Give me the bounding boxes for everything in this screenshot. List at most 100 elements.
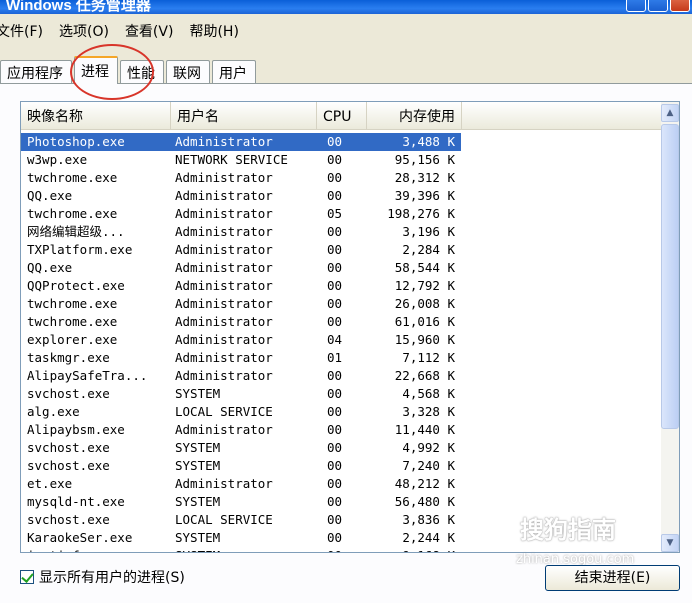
table-row[interactable]: AlipaySafeTra... Administrator 00 22,668 K xyxy=(21,367,661,385)
process-memory: 198,276 K xyxy=(387,206,455,221)
process-name: svchost.exe xyxy=(27,440,110,455)
table-row[interactable]: twchrome.exe Administrator 00 61,016 K xyxy=(21,313,661,331)
process-memory: 3,488 K xyxy=(402,134,455,149)
process-cpu: 00 xyxy=(327,170,343,185)
process-cpu: 00 xyxy=(327,530,343,545)
process-user: Administrator xyxy=(175,368,273,383)
column-user-name[interactable]: 用户名 xyxy=(171,102,317,130)
process-cpu: 00 xyxy=(327,188,343,203)
table-row[interactable]: svchost.exe SYSTEM 00 7,240 K xyxy=(21,457,661,475)
process-name: twchrome.exe xyxy=(27,314,118,329)
table-row[interactable]: twchrome.exe Administrator 00 26,008 K xyxy=(21,295,661,313)
table-row[interactable]: alg.exe LOCAL SERVICE 00 3,328 K xyxy=(21,403,661,421)
process-memory: 7,112 K xyxy=(402,350,455,365)
process-memory: 11,440 K xyxy=(394,422,455,437)
table-row[interactable]: twchrome.exe Administrator 05 198,276 K xyxy=(21,205,661,223)
process-name: svchost.exe xyxy=(27,512,110,527)
table-row[interactable]: twchrome.exe Administrator 00 28,312 K xyxy=(21,169,661,187)
process-user: NETWORK SERVICE xyxy=(175,152,288,167)
process-name: mysqld-nt.exe xyxy=(27,494,125,509)
watermark-logo: 搜狗指南 xyxy=(520,516,616,544)
checkbox-checked-icon[interactable] xyxy=(20,570,34,584)
table-row[interactable]: TXPlatform.exe Administrator 00 2,284 K xyxy=(21,241,661,259)
column-memory[interactable]: 内存使用 xyxy=(367,102,462,130)
table-row[interactable]: QQ.exe Administrator 00 39,396 K xyxy=(21,187,661,205)
table-row[interactable]: explorer.exe Administrator 04 15,960 K xyxy=(21,331,661,349)
process-name: svchost.exe xyxy=(27,458,110,473)
process-list[interactable]: 映像名称 用户名 CPU 内存使用 Photoshop.exe Administr… xyxy=(20,101,680,553)
process-cpu: 00 xyxy=(327,422,343,437)
scrollbar-thumb[interactable] xyxy=(661,124,679,429)
process-user: Administrator xyxy=(175,332,273,347)
table-row[interactable]: Alipaybsm.exe Administrator 00 11,440 K xyxy=(21,421,661,439)
column-image-name[interactable]: 映像名称 xyxy=(21,102,171,130)
process-memory: 3,328 K xyxy=(402,404,455,419)
table-row[interactable]: w3wp.exe NETWORK SERVICE 00 95,156 K xyxy=(21,151,661,169)
tab-applications[interactable]: 应用程序 xyxy=(0,60,72,84)
process-cpu: 00 xyxy=(327,368,343,383)
menu-file[interactable]: 文件(F) xyxy=(0,21,53,41)
process-name: Photoshop.exe xyxy=(27,134,125,149)
process-user: Administrator xyxy=(175,206,273,221)
process-cpu: 00 xyxy=(327,512,343,527)
process-name: inetinfo.exe xyxy=(21,547,171,552)
tab-performance[interactable]: 性能 xyxy=(120,60,164,84)
show-all-users-label: 显示所有用户的进程(S) xyxy=(39,570,185,586)
table-row[interactable]: 网络编辑超级... Administrator 00 3,196 K xyxy=(21,223,661,241)
menu-help[interactable]: 帮助(H) xyxy=(189,21,248,41)
table-row[interactable]: mysqld-nt.exe SYSTEM 00 56,480 K xyxy=(21,493,661,511)
process-name: taskmgr.exe xyxy=(27,350,110,365)
process-user: SYSTEM xyxy=(175,494,221,509)
process-user: Administrator xyxy=(175,242,273,257)
process-cpu: 00 xyxy=(327,260,343,275)
process-user: LOCAL SERVICE xyxy=(175,512,273,527)
process-user: SYSTEM xyxy=(171,547,313,552)
process-name: 网络编辑超级... xyxy=(27,224,125,239)
process-memory: 48,212 K xyxy=(394,476,455,491)
scroll-up-arrow-icon[interactable]: ▲ xyxy=(661,104,679,122)
process-user: Administrator xyxy=(175,134,273,149)
process-cpu: 00 xyxy=(327,278,343,293)
tab-users[interactable]: 用户 xyxy=(212,60,256,84)
show-all-users-checkbox[interactable]: 显示所有用户的进程(S) xyxy=(20,567,185,587)
process-name: explorer.exe xyxy=(27,332,118,347)
table-row[interactable]: Photoshop.exe Administrator 00 3,488 K xyxy=(21,133,661,151)
process-user: SYSTEM xyxy=(175,386,221,401)
process-cpu: 00 xyxy=(327,152,343,167)
process-memory: 3,196 K xyxy=(402,224,455,239)
process-cpu: 00 xyxy=(327,476,343,491)
process-cpu: 00 xyxy=(327,494,343,509)
column-cpu[interactable]: CPU xyxy=(317,102,367,130)
table-row[interactable]: svchost.exe SYSTEM 00 4,568 K xyxy=(21,385,661,403)
process-cpu: 04 xyxy=(327,332,343,347)
process-cpu: 00 xyxy=(327,296,343,311)
tab-processes[interactable]: 进程 xyxy=(74,56,118,84)
minimize-button[interactable] xyxy=(626,0,646,12)
vertical-scrollbar[interactable]: ▲ ▼ xyxy=(661,102,679,552)
menu-view[interactable]: 查看(V) xyxy=(125,21,184,41)
table-row[interactable]: QQProtect.exe Administrator 00 12,792 K xyxy=(21,277,661,295)
process-memory: 2,244 K xyxy=(402,530,455,545)
table-row[interactable]: taskmgr.exe Administrator 01 7,112 K xyxy=(21,349,661,367)
process-user: Administrator xyxy=(175,188,273,203)
process-cpu: 00 xyxy=(327,242,343,257)
process-user: LOCAL SERVICE xyxy=(175,404,273,419)
table-row[interactable]: svchost.exe SYSTEM 00 4,992 K xyxy=(21,439,661,457)
table-row[interactable]: QQ.exe Administrator 00 58,544 K xyxy=(21,259,661,277)
tab-networking[interactable]: 联网 xyxy=(166,60,210,84)
end-process-button[interactable]: 结束进程(E) xyxy=(545,565,680,591)
close-button[interactable] xyxy=(670,0,690,12)
process-name: alg.exe xyxy=(27,404,80,419)
process-user: Administrator xyxy=(175,476,273,491)
title-bar: Windows 任务管理器 xyxy=(0,0,692,14)
process-name: KaraokeSer.exe xyxy=(27,530,133,545)
process-name: Alipaybsm.exe xyxy=(27,422,125,437)
process-rows: Photoshop.exe Administrator 00 3,488 K w3wp.… xyxy=(21,133,661,552)
process-memory: 15,960 K xyxy=(394,332,455,347)
process-memory: 7,240 K xyxy=(402,458,455,473)
maximize-button[interactable] xyxy=(648,0,668,12)
scroll-down-arrow-icon[interactable]: ▼ xyxy=(661,534,679,552)
menu-options[interactable]: 选项(O) xyxy=(59,21,119,41)
table-row[interactable]: et.exe Administrator 00 48,212 K xyxy=(21,475,661,493)
process-cpu: 00 xyxy=(327,458,343,473)
